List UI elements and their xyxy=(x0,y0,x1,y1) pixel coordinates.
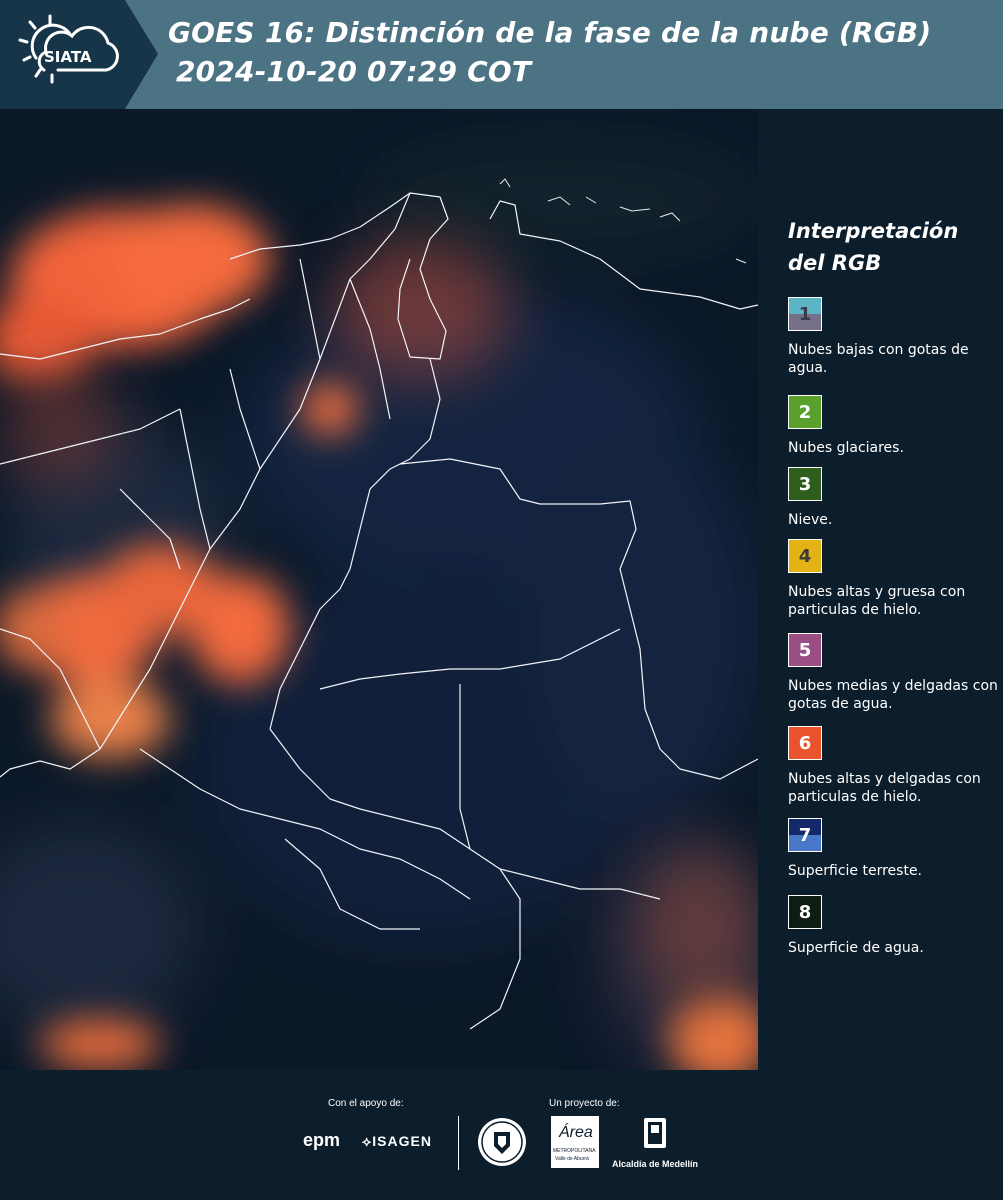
legend-number: 5 xyxy=(798,639,812,661)
legend-number: 2 xyxy=(798,401,812,423)
siata-logo: SIATA xyxy=(0,0,158,109)
page-title: GOES 16: Distinción de la fase de la nub… xyxy=(168,16,932,49)
page-timestamp: 2024-10-20 07:29 COT xyxy=(176,55,532,88)
legend-swatch: 8 xyxy=(788,895,822,929)
seal-icon xyxy=(478,1118,526,1166)
legend-number: 6 xyxy=(798,732,812,754)
isagen-icon: ⟡ xyxy=(362,1133,373,1149)
legend-swatch: 1 xyxy=(788,297,822,331)
support-label: Con el apoyo de: xyxy=(328,1098,404,1109)
legend-item: 8 Superficie de agua. xyxy=(788,895,1003,957)
legend-title: Interpretación del RGB xyxy=(788,219,959,275)
project-label: Un proyecto de: xyxy=(549,1098,620,1109)
legend-item: 6 Nubes altas y delgadas con particulas … xyxy=(788,726,1003,806)
legend-number: 4 xyxy=(798,545,812,567)
footer: Con el apoyo de: Un proyecto de: epm ⟡IS… xyxy=(0,1070,1003,1200)
legend-description: Nubes altas y gruesa con particulas de h… xyxy=(788,584,966,618)
legend-description: Nubes medias y delgadas con gotas de agu… xyxy=(788,678,998,712)
legend-description: Superficie terreste. xyxy=(788,863,923,879)
legend-swatch: 3 xyxy=(788,467,822,501)
epm-logo: epm xyxy=(303,1130,341,1150)
legend-item: 3 Nieve. xyxy=(788,467,1003,529)
satellite-map xyxy=(0,109,758,1070)
legend-swatch: 2 xyxy=(788,395,822,429)
legend-description: Nieve. xyxy=(788,512,833,528)
legend-item: 4 Nubes altas y gruesa con particulas de… xyxy=(788,539,1003,619)
legend-number: 3 xyxy=(798,473,812,495)
legend-panel: Interpretación del RGB 1 Nubes bajas con… xyxy=(768,109,1003,1070)
footer-divider xyxy=(458,1116,459,1170)
legend-number: 1 xyxy=(798,303,812,325)
legend-item: 7 Superficie terreste. xyxy=(788,818,1003,880)
legend-swatch: 6 xyxy=(788,726,822,760)
legend-description: Nubes altas y delgadas con particulas de… xyxy=(788,771,981,805)
legend-description: Nubes glaciares. xyxy=(788,440,904,456)
legend-description: Nubes bajas con gotas de agua. xyxy=(788,342,969,376)
legend-swatch: 5 xyxy=(788,633,822,667)
siata-logo-text: SIATA xyxy=(44,48,92,66)
isagen-logo: ⟡ISAGEN xyxy=(362,1133,432,1149)
legend-number: 7 xyxy=(798,824,812,846)
header-bar: SIATA GOES 16: Distinción de la fase de … xyxy=(0,0,1003,109)
area-metropolitana-logo: Área METROPOLITANA Valle de Aburrá xyxy=(551,1116,599,1168)
legend-swatch: 7 xyxy=(788,818,822,852)
alcaldia-label: Alcaldía de Medellín xyxy=(612,1159,699,1169)
medellin-shield-icon xyxy=(644,1118,666,1148)
legend-description: Superficie de agua. xyxy=(788,940,924,956)
legend-item: 2 Nubes glaciares. xyxy=(788,395,1003,457)
legend-swatch: 4 xyxy=(788,539,822,573)
legend-number: 8 xyxy=(798,901,812,923)
legend-item: 1 Nubes bajas con gotas de agua. xyxy=(788,297,1003,377)
legend-item: 5 Nubes medias y delgadas con gotas de a… xyxy=(788,633,1003,713)
